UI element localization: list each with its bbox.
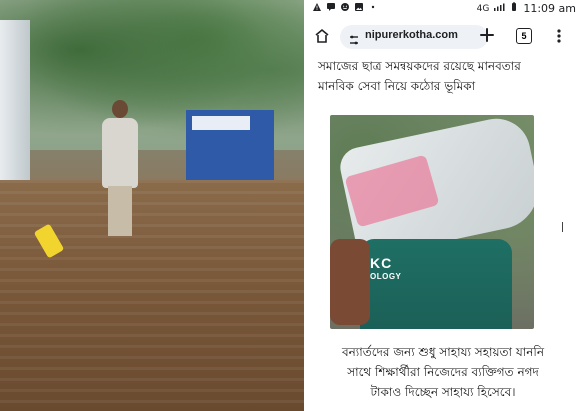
- signal-bars-icon: [493, 2, 505, 15]
- tabs-button[interactable]: 5: [516, 28, 532, 44]
- headline-line-2: মানবিক সেবা নিয়ে কঠোর ভূমিকা: [318, 79, 476, 93]
- shirt-logo: KC OLOGY: [370, 255, 430, 281]
- flood-water: [0, 180, 304, 411]
- signal-label: 4G: [476, 3, 490, 14]
- gate-sign: [192, 116, 250, 130]
- headline: সমাজের ছাত্র সমন্বয়কদের রয়েছে মানবতার …: [318, 56, 570, 96]
- green-shirt: [360, 239, 512, 329]
- caption-line-2: সাথে শিক্ষার্থীরা নিজেদের ব্যক্তিগত নগদ: [347, 365, 539, 379]
- person-body: [102, 118, 138, 188]
- face-icon: [340, 2, 350, 12]
- url-text[interactable]: nipurerkotha.com: [365, 29, 458, 41]
- site-settings-icon[interactable]: [348, 31, 360, 45]
- shirt-logo-small: OLOGY: [370, 272, 402, 281]
- battery-icon: [509, 2, 519, 15]
- standing-person: [100, 100, 142, 240]
- shirt-logo-main: KC: [370, 255, 393, 271]
- article-photo: KC OLOGY: [330, 115, 534, 329]
- clock: 11:09 am: [523, 2, 576, 15]
- status-right: 4G 11:09 am: [477, 2, 576, 15]
- status-bar: 4G 11:09 am: [306, 0, 584, 18]
- phone-browser-screenshot: 4G 11:09 am nipurerkotha.com 5 সমাজের ছা…: [306, 0, 584, 411]
- caption-line-3: টাকাও দিচ্ছেন সাহায্য হিসেবে।: [370, 385, 516, 399]
- person-legs: [108, 186, 132, 236]
- dot-icon: [368, 2, 378, 12]
- caption-line-1: বন্যার্তদের জন্য শুধু সাহায্য সহায়তা যা…: [341, 345, 545, 359]
- article-content: সমাজের ছাত্র সমন্বয়কদের রয়েছে মানবতার …: [306, 56, 584, 411]
- message-icon: [326, 2, 336, 12]
- menu-kebab-icon[interactable]: [556, 28, 562, 44]
- add-icon[interactable]: [478, 26, 496, 44]
- status-icons: [312, 2, 378, 12]
- caption: বন্যার্তদের জন্য শুধু সাহায্য সহায়তা যা…: [320, 342, 566, 402]
- headline-line-1: সমাজের ছাত্র সমন্বয়কদের রয়েছে মানবতার: [318, 59, 521, 73]
- address-bar[interactable]: nipurerkotha.com: [340, 25, 488, 49]
- warning-icon: [312, 2, 322, 12]
- arm: [330, 239, 370, 325]
- left-flood-photo: [0, 0, 304, 411]
- home-icon[interactable]: [314, 28, 330, 44]
- person-head: [112, 100, 128, 118]
- image-icon: [354, 2, 364, 12]
- text-cursor-mark: [562, 222, 563, 232]
- browser-toolbar: nipurerkotha.com 5: [306, 20, 584, 54]
